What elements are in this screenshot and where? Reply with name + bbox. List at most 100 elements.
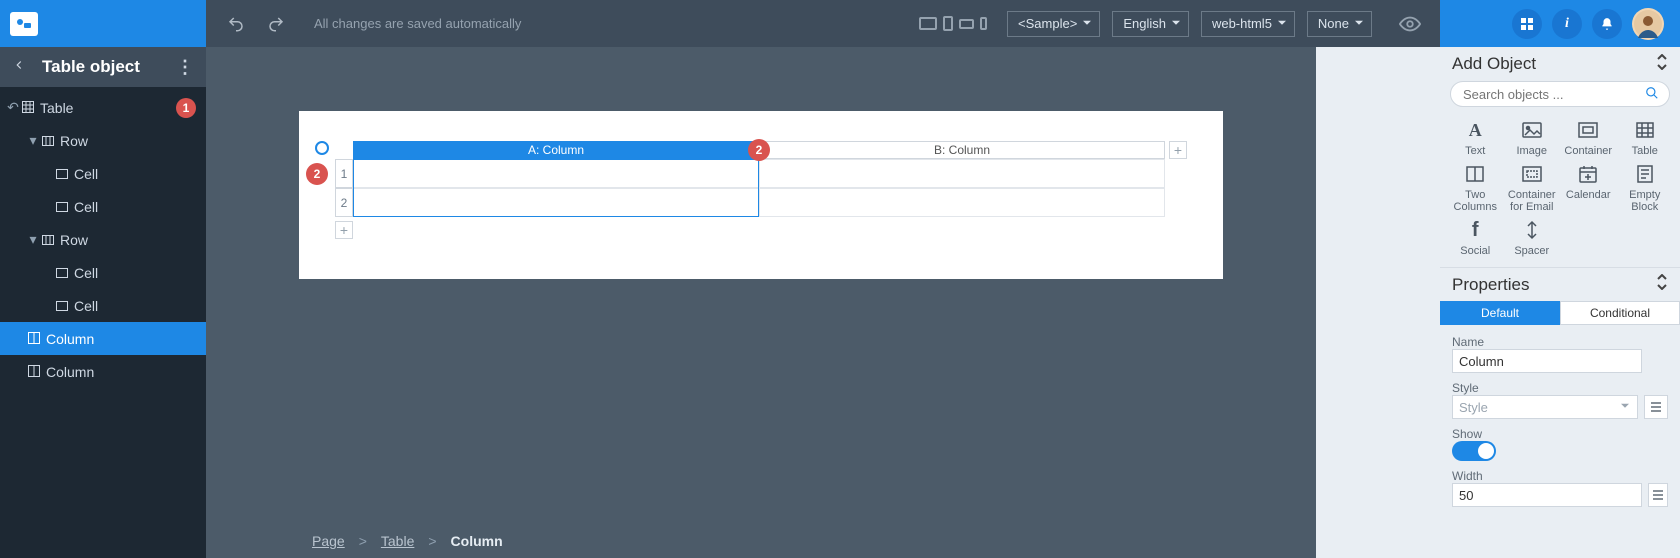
info-button[interactable]: i: [1552, 9, 1582, 39]
table-object[interactable]: A: Column 2 B: Column + 1 2: [335, 141, 1187, 239]
object-item-empty-block[interactable]: Empty Block: [1618, 163, 1673, 213]
style-select[interactable]: Style: [1452, 395, 1638, 419]
table-cell[interactable]: [759, 159, 1165, 188]
column-header-b[interactable]: B: Column: [759, 141, 1165, 159]
tree-label: Column: [46, 331, 196, 347]
field-label-style: Style: [1452, 381, 1668, 395]
tree-item-cell[interactable]: Cell: [0, 190, 206, 223]
column-header-a[interactable]: A: Column 2: [353, 141, 759, 159]
more-menu-icon[interactable]: ⋮: [176, 57, 194, 78]
crumb-page[interactable]: Page: [312, 533, 345, 549]
tab-default[interactable]: Default: [1440, 301, 1560, 325]
tree-item-cell[interactable]: Cell: [0, 256, 206, 289]
object-item-container-email[interactable]: Container for Email: [1505, 163, 1560, 213]
object-item-calendar[interactable]: Calendar: [1561, 163, 1616, 213]
undo-arrow-icon: ↶: [8, 99, 18, 116]
cell-icon: [56, 166, 68, 182]
container-icon: [1575, 119, 1601, 141]
apps-button[interactable]: [1512, 9, 1542, 39]
selection-origin-icon[interactable]: [315, 141, 329, 155]
preview-eye-icon[interactable]: [1396, 10, 1424, 38]
tab-conditional[interactable]: Conditional: [1560, 301, 1680, 325]
tree-item-row[interactable]: ▾ Row: [0, 223, 206, 256]
sample-dropdown[interactable]: <Sample>: [1007, 11, 1100, 37]
width-input[interactable]: [1452, 483, 1642, 507]
none-dropdown[interactable]: None: [1307, 11, 1372, 37]
column-header-label: A: Column: [528, 143, 584, 157]
device-preview-group: [919, 16, 987, 31]
add-row-button[interactable]: +: [335, 221, 353, 239]
badge: 2: [306, 163, 328, 185]
spacer-icon: [1519, 219, 1545, 241]
object-item-social[interactable]: f Social: [1448, 219, 1503, 257]
crumb-table[interactable]: Table: [381, 533, 414, 549]
tree-item-column[interactable]: Column: [0, 322, 206, 355]
tech-dropdown[interactable]: web-html5: [1201, 11, 1295, 37]
tree-item-cell[interactable]: Cell: [0, 289, 206, 322]
show-toggle[interactable]: [1452, 441, 1496, 461]
social-icon: f: [1462, 219, 1488, 241]
row-header-1[interactable]: 1 2: [335, 159, 353, 188]
tree-label: Cell: [74, 298, 196, 314]
collapse-panel-icon[interactable]: [1656, 54, 1668, 75]
tree-item-row[interactable]: ▾ Row: [0, 124, 206, 157]
table-cell[interactable]: [353, 188, 759, 217]
container-email-icon: [1519, 163, 1545, 185]
object-item-table[interactable]: Table: [1618, 119, 1673, 157]
tree-item-column[interactable]: Column: [0, 355, 206, 388]
object-item-two-columns[interactable]: Two Columns: [1448, 163, 1503, 213]
object-item-image[interactable]: Image: [1505, 119, 1560, 157]
object-item-container[interactable]: Container: [1561, 119, 1616, 157]
canvas-area: A: Column 2 B: Column + 1 2: [206, 47, 1316, 558]
sidebar-header: Table object ⋮: [0, 47, 206, 87]
page-canvas[interactable]: A: Column 2 B: Column + 1 2: [299, 111, 1223, 279]
row-grid-icon: [42, 133, 54, 149]
language-dropdown[interactable]: English: [1112, 11, 1189, 37]
redo-button[interactable]: [262, 10, 290, 38]
object-tree-panel: Table object ⋮ ↶ Table 1 ▾ Row Cell: [0, 47, 206, 558]
search-input-field[interactable]: [1461, 86, 1645, 103]
search-icon: [1645, 86, 1659, 103]
tree-item-cell[interactable]: Cell: [0, 157, 206, 190]
panel-title: Properties: [1452, 275, 1529, 295]
object-grid: A Text Image Container Table Two Colu: [1440, 115, 1680, 267]
style-list-button[interactable]: [1644, 395, 1668, 419]
tree-label: Column: [46, 364, 196, 380]
table-icon: [1632, 119, 1658, 141]
tree-item-table[interactable]: ↶ Table 1: [0, 91, 206, 124]
desktop-icon[interactable]: [919, 17, 937, 30]
add-column-button[interactable]: +: [1169, 141, 1187, 159]
width-options-button[interactable]: [1648, 483, 1668, 507]
table-cell[interactable]: [759, 188, 1165, 217]
object-item-spacer[interactable]: Spacer: [1505, 219, 1560, 257]
panel-gutter: [1316, 47, 1440, 558]
avatar[interactable]: [1632, 8, 1664, 40]
row-header-2[interactable]: 2: [335, 188, 353, 217]
tablet-portrait-icon[interactable]: [943, 16, 953, 31]
app-logo-icon[interactable]: [10, 12, 38, 36]
table-cell[interactable]: [353, 159, 759, 188]
two-columns-icon: [1462, 163, 1488, 185]
crumb-current: Column: [451, 533, 503, 549]
object-item-text[interactable]: A Text: [1448, 119, 1503, 157]
row-label: 2: [341, 196, 348, 210]
name-input[interactable]: [1452, 349, 1642, 373]
undo-button[interactable]: [222, 10, 250, 38]
toolbar: All changes are saved automatically <Sam…: [206, 0, 1440, 47]
notifications-button[interactable]: [1592, 9, 1622, 39]
image-icon: [1519, 119, 1545, 141]
collapse-panel-icon[interactable]: [1656, 274, 1668, 295]
phone-icon[interactable]: [980, 17, 987, 30]
text-icon: A: [1462, 119, 1488, 141]
search-objects-input[interactable]: [1450, 81, 1670, 107]
tablet-landscape-icon[interactable]: [959, 19, 974, 29]
empty-block-icon: [1632, 163, 1658, 185]
brand-area: [0, 0, 206, 47]
breadcrumb-sep-icon: >: [428, 533, 436, 549]
tree-label: Cell: [74, 166, 196, 182]
tree-label: Cell: [74, 199, 196, 215]
table-grid-icon: [22, 100, 34, 116]
back-arrow-icon[interactable]: [12, 57, 26, 77]
breadcrumb-sep-icon: >: [359, 533, 367, 549]
user-area: i: [1440, 0, 1680, 47]
